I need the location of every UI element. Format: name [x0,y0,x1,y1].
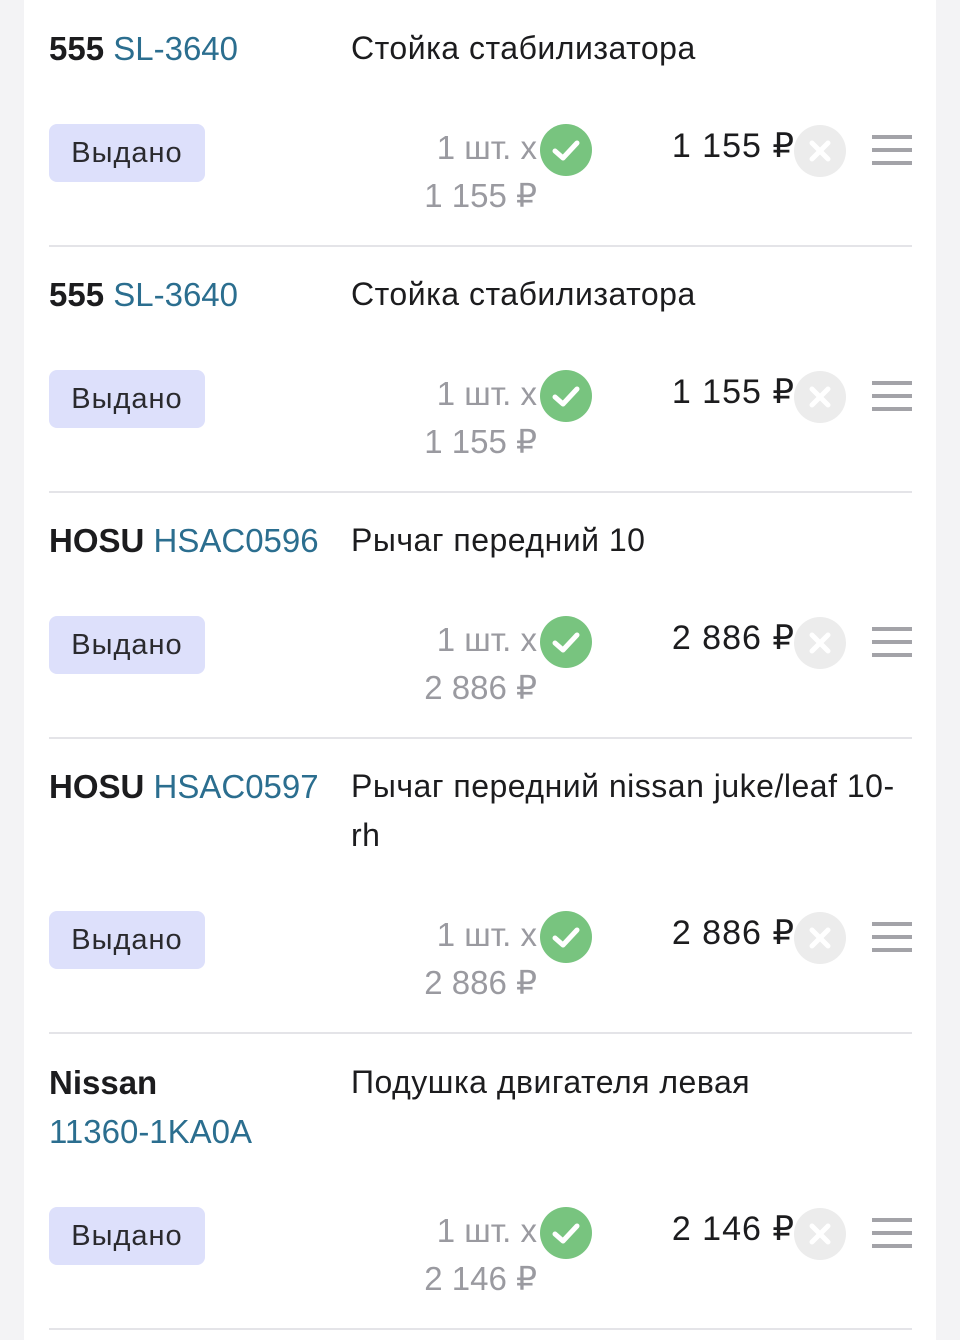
close-circle-icon[interactable] [794,912,846,964]
divider [49,245,912,247]
check-circle-icon[interactable] [540,370,592,422]
close-circle-icon[interactable] [794,371,846,423]
part-id: Nissan 11360-1KA0A [49,1058,319,1156]
part-code-link[interactable]: 11360-1KA0A [49,1107,319,1156]
part-name: Рычаг передний 10 [351,522,646,558]
quantity: 1 шт. x 2 886 ₽ [349,911,537,1007]
part-code-link[interactable]: HSAC0596 [154,522,319,559]
check-circle-icon[interactable] [540,1207,592,1259]
part-id: 555 SL-3640 [49,24,339,73]
unit-price: 2 886 ₽ [424,964,537,1001]
status-badge: Выдано [49,370,205,428]
quantity-label: 1 шт. x [436,129,537,166]
hamburger-menu-icon[interactable] [872,627,912,659]
hamburger-menu-icon[interactable] [872,922,912,954]
line-total: 1 155 ₽ [671,127,795,165]
brand-label: Nissan [49,1064,158,1101]
brand-label: HOSU [49,522,145,559]
line-total: 1 155 ₽ [671,373,795,411]
part-name: Стойка стабилизатора [351,30,696,66]
status-badge: Выдано [49,124,205,182]
hamburger-menu-icon[interactable] [872,381,912,413]
hamburger-menu-icon[interactable] [872,1218,912,1250]
unit-price: 2 886 ₽ [424,669,537,706]
part-name: Рычаг передний nissan juke/leaf 10- rh [351,768,895,853]
part-id: 555 SL-3640 [49,270,339,319]
brand-label: 555 [49,276,105,313]
quantity-label: 1 шт. x [436,1212,537,1249]
line-total: 2 886 ₽ [671,914,795,952]
quantity: 1 шт. x 1 155 ₽ [349,370,537,466]
order-items-card: 555 SL-3640 Стойка стабилизатора Выдано … [24,0,936,1340]
close-circle-icon[interactable] [794,617,846,669]
close-circle-icon[interactable] [794,125,846,177]
unit-price: 1 155 ₽ [424,177,537,214]
line-total: 2 146 ₽ [671,1210,795,1248]
quantity-label: 1 шт. x [436,916,537,953]
hamburger-menu-icon[interactable] [872,135,912,167]
quantity: 1 шт. x 2 146 ₽ [349,1207,537,1303]
check-circle-icon[interactable] [540,911,592,963]
divider [49,1032,912,1034]
part-id: HOSU HSAC0596 [49,516,339,565]
quantity: 1 шт. x 1 155 ₽ [349,124,537,220]
part-name: Подушка двигателя левая [351,1064,751,1100]
part-code-link[interactable]: SL-3640 [113,276,238,313]
divider [49,737,912,739]
quantity: 1 шт. x 2 886 ₽ [349,616,537,712]
unit-price: 2 146 ₽ [424,1260,537,1297]
brand-label: HOSU [49,768,145,805]
quantity-label: 1 шт. x [436,621,537,658]
check-circle-icon[interactable] [540,616,592,668]
part-id: HOSU HSAC0597 [49,762,339,811]
part-code-link[interactable]: SL-3640 [113,30,238,67]
status-badge: Выдано [49,616,205,674]
status-badge: Выдано [49,1207,205,1265]
divider [49,491,912,493]
brand-label: 555 [49,30,105,67]
status-badge: Выдано [49,911,205,969]
part-name: Стойка стабилизатора [351,276,696,312]
line-total: 2 886 ₽ [671,619,795,657]
part-code-link[interactable]: HSAC0597 [154,768,319,805]
check-circle-icon[interactable] [540,124,592,176]
quantity-label: 1 шт. x [436,375,537,412]
divider [49,1328,912,1330]
close-circle-icon[interactable] [794,1208,846,1260]
unit-price: 1 155 ₽ [424,423,537,460]
